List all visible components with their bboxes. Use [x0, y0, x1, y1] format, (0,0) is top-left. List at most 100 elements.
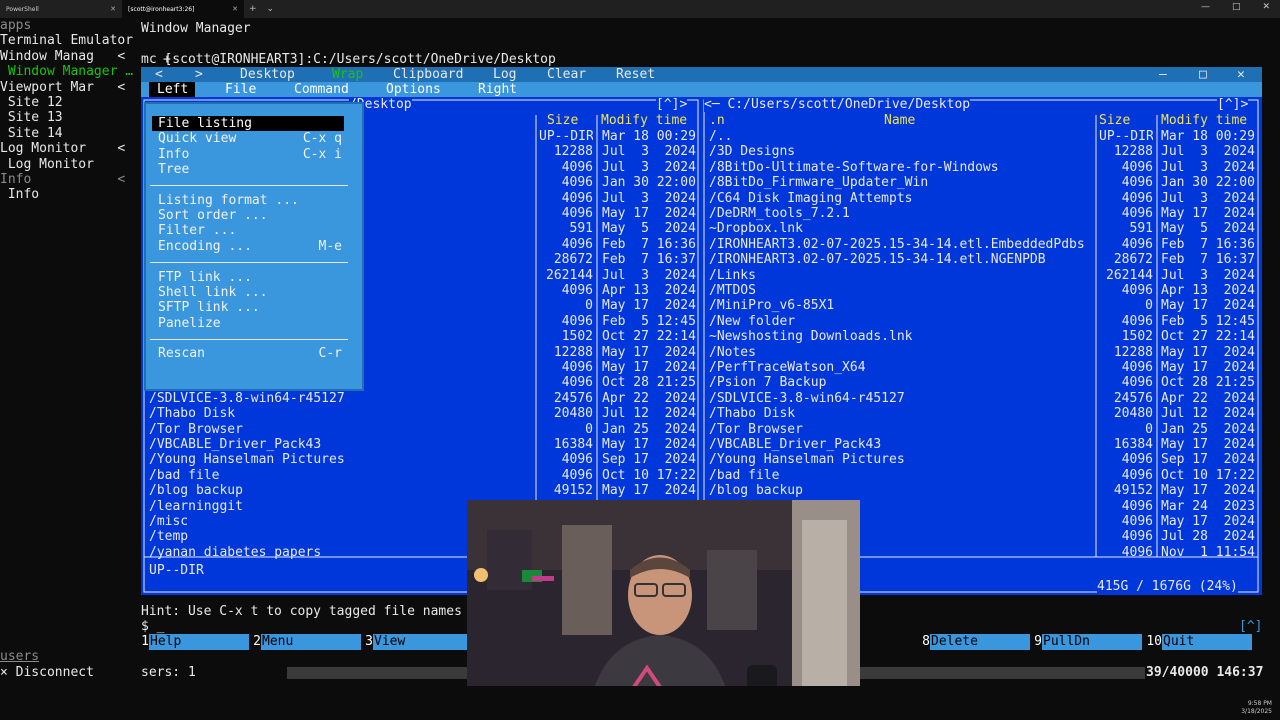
minimize-button[interactable]: — — [1201, 2, 1210, 12]
file-size: 0 — [1145, 421, 1153, 437]
f8-delete-button[interactable]: 8 Delete — [922, 634, 1034, 650]
file-time: Jul 12 2024 — [1161, 406, 1255, 422]
sidebar-item[interactable]: Info < — [0, 172, 138, 187]
sidebar-item[interactable]: Terminal Emulator — [0, 33, 138, 48]
left-panel-history[interactable]: [^]> — [656, 97, 688, 113]
tab-powershell[interactable]: PowerShell ✕ — [0, 0, 122, 18]
file-row[interactable]: /SDLVICE-3.8-win64-r45127 24576 Apr 22 202… — [141, 391, 1262, 406]
menu-item-file-listing[interactable]: File listing — [152, 116, 344, 132]
menu-item-sort-order[interactable]: Sort order ... — [158, 208, 348, 223]
menu-item-label: File listing — [158, 116, 252, 131]
right-col-name[interactable]: Name — [884, 113, 915, 128]
menu-item-label: Sort order ... — [158, 208, 268, 223]
menu-item-sftp-link[interactable]: SFTP link ... — [158, 300, 348, 315]
menu-item-label: Rescan — [158, 346, 205, 361]
maximize-button[interactable]: □ — [1232, 2, 1241, 12]
back-button[interactable]: < — [155, 67, 163, 82]
menu-item-panelize[interactable]: Panelize — [158, 316, 348, 331]
menu-options[interactable]: Options — [386, 82, 441, 97]
file-row[interactable]: /bad file 4096 Oct 10 17:22 — [141, 468, 1262, 483]
file-size: 4096 — [1121, 452, 1153, 468]
clear-button[interactable]: Clear — [547, 67, 586, 82]
f1-help-button[interactable]: 1 Help — [141, 634, 253, 650]
minimize-icon[interactable]: — — [1159, 67, 1167, 82]
file-time: May 17 2024 — [1161, 344, 1255, 360]
wrap-toggle[interactable]: Wrap — [332, 67, 363, 82]
left-col-size[interactable]: Size — [547, 113, 578, 128]
sidebar-item[interactable]: Site 13 — [0, 110, 138, 125]
menu-item-listing-format[interactable]: Listing format ... — [158, 193, 348, 208]
file-name: ~Newshosting Downloads.lnk — [709, 329, 913, 345]
file-time: May 17 2024 — [1161, 514, 1255, 529]
sidebar-item[interactable]: Info — [0, 187, 138, 202]
sidebar-item[interactable]: Site 14 — [0, 126, 138, 141]
file-name: /SDLVICE-3.8-win64-r45127 — [709, 390, 905, 406]
left-col-time[interactable]: Modify time — [601, 113, 687, 128]
sidebar-item-active[interactable]: Window Manager … — [0, 64, 138, 79]
command-prompt[interactable]: $ _ — [141, 619, 164, 634]
sidebar-item[interactable]: Log Monitor < — [0, 141, 138, 156]
menu-item-label: Encoding ... — [158, 239, 252, 254]
fkey-number: 8 — [922, 634, 930, 649]
scroll-indicator[interactable]: [^] — [1239, 619, 1262, 634]
close-icon[interactable]: ✕ — [1237, 67, 1245, 82]
file-size: 12288 — [1113, 144, 1153, 160]
file-time: Feb 5 12:45 — [1161, 313, 1255, 329]
reset-button[interactable]: Reset — [616, 67, 655, 82]
menu-item-ftp-link[interactable]: FTP link ... — [158, 270, 348, 285]
sidebar-header: apps — [0, 18, 32, 33]
file-size: 591 — [1129, 221, 1153, 237]
menu-item-quick-view[interactable]: Quick view C-x q — [158, 131, 348, 146]
file-row[interactable]: /Thabo Disk 20480 Jul 12 2024 — [141, 406, 1262, 421]
file-time: Jul 3 2024 — [1161, 267, 1255, 283]
disconnect-button[interactable]: × Disconnect — [0, 665, 94, 680]
menu-item-info[interactable]: Info C-x i — [158, 147, 348, 162]
file-name: /VBCABLE_Driver_Pack43 — [709, 437, 882, 452]
menu-item-encoding[interactable]: Encoding ... M-e — [158, 239, 348, 254]
file-row[interactable]: /VBCABLE_Driver_Pack43 16384 May 17 2024 — [141, 437, 1262, 452]
desktop-button[interactable]: Desktop — [240, 67, 295, 82]
file-row[interactable]: /Young Hanselman Pictures 4096 Sep 17 2024 — [141, 452, 1262, 467]
tab-dropdown-icon[interactable]: ⌄ — [262, 4, 280, 14]
menu-item-filter[interactable]: Filter ... — [158, 223, 348, 238]
tab-close-icon[interactable]: ✕ — [232, 5, 238, 13]
file-row[interactable]: /Tor Browser 0 Jan 25 2024 — [141, 422, 1262, 437]
taskbar-clock[interactable]: 9:58 PM 3/18/2025 — [1241, 700, 1272, 716]
menu-item-label: Listing format ... — [158, 193, 299, 208]
sidebar-item[interactable]: Log Monitor — [0, 157, 138, 172]
f2-menu-button[interactable]: 2 Menu — [253, 634, 365, 650]
log-button[interactable]: Log — [493, 67, 516, 82]
tab-ssh[interactable]: [scott@ironheart3:26] ✕ — [122, 0, 244, 18]
new-tab-button[interactable]: + — [244, 4, 262, 14]
f3-view-button[interactable]: 3 View — [365, 634, 477, 650]
menu-left[interactable]: Left — [149, 82, 195, 98]
right-panel-history[interactable]: [^]> — [1217, 97, 1249, 113]
file-size: 49152 — [1113, 483, 1153, 499]
hint-line: Hint: Use C-x t to copy tagged file name… — [141, 604, 478, 619]
close-button[interactable]: ✕ — [1262, 2, 1270, 12]
clipboard-button[interactable]: Clipboard — [393, 67, 463, 82]
menu-file[interactable]: File — [225, 82, 256, 97]
menu-item-shell-link[interactable]: Shell link ... — [158, 285, 348, 300]
menu-item-label: SFTP link ... — [158, 300, 260, 315]
f10-quit-button[interactable]: 10 Quit — [1146, 634, 1256, 650]
menu-command[interactable]: Command — [294, 82, 349, 97]
f9-pulldn-button[interactable]: 9 PullDn — [1034, 634, 1146, 650]
sidebar-item[interactable]: Viewport Mar < — [0, 80, 138, 95]
file-time: Jul 3 2024 — [1161, 159, 1255, 175]
menu-right[interactable]: Right — [478, 82, 517, 97]
menu-item-tree[interactable]: Tree — [158, 162, 348, 177]
forward-button[interactable]: > — [195, 67, 203, 82]
right-col-time[interactable]: Modify time — [1161, 113, 1247, 128]
fkey-label: Menu — [261, 634, 361, 650]
sidebar-item[interactable]: Window Manag < — [0, 49, 138, 64]
file-row[interactable]: /blog backup 49152 May 17 2024 — [141, 483, 1262, 498]
file-name: /8BitDo-Ultimate-Software-for-Windows — [709, 159, 999, 175]
fkey-number: 2 — [253, 634, 261, 649]
fkey-label: Delete — [930, 634, 1030, 650]
right-col-size[interactable]: Size — [1099, 113, 1130, 128]
menu-item-rescan[interactable]: Rescan C-r — [158, 346, 348, 361]
tab-close-icon[interactable]: ✕ — [110, 5, 116, 13]
maximize-icon[interactable]: □ — [1199, 67, 1207, 82]
sidebar-item[interactable]: Site 12 — [0, 95, 138, 110]
